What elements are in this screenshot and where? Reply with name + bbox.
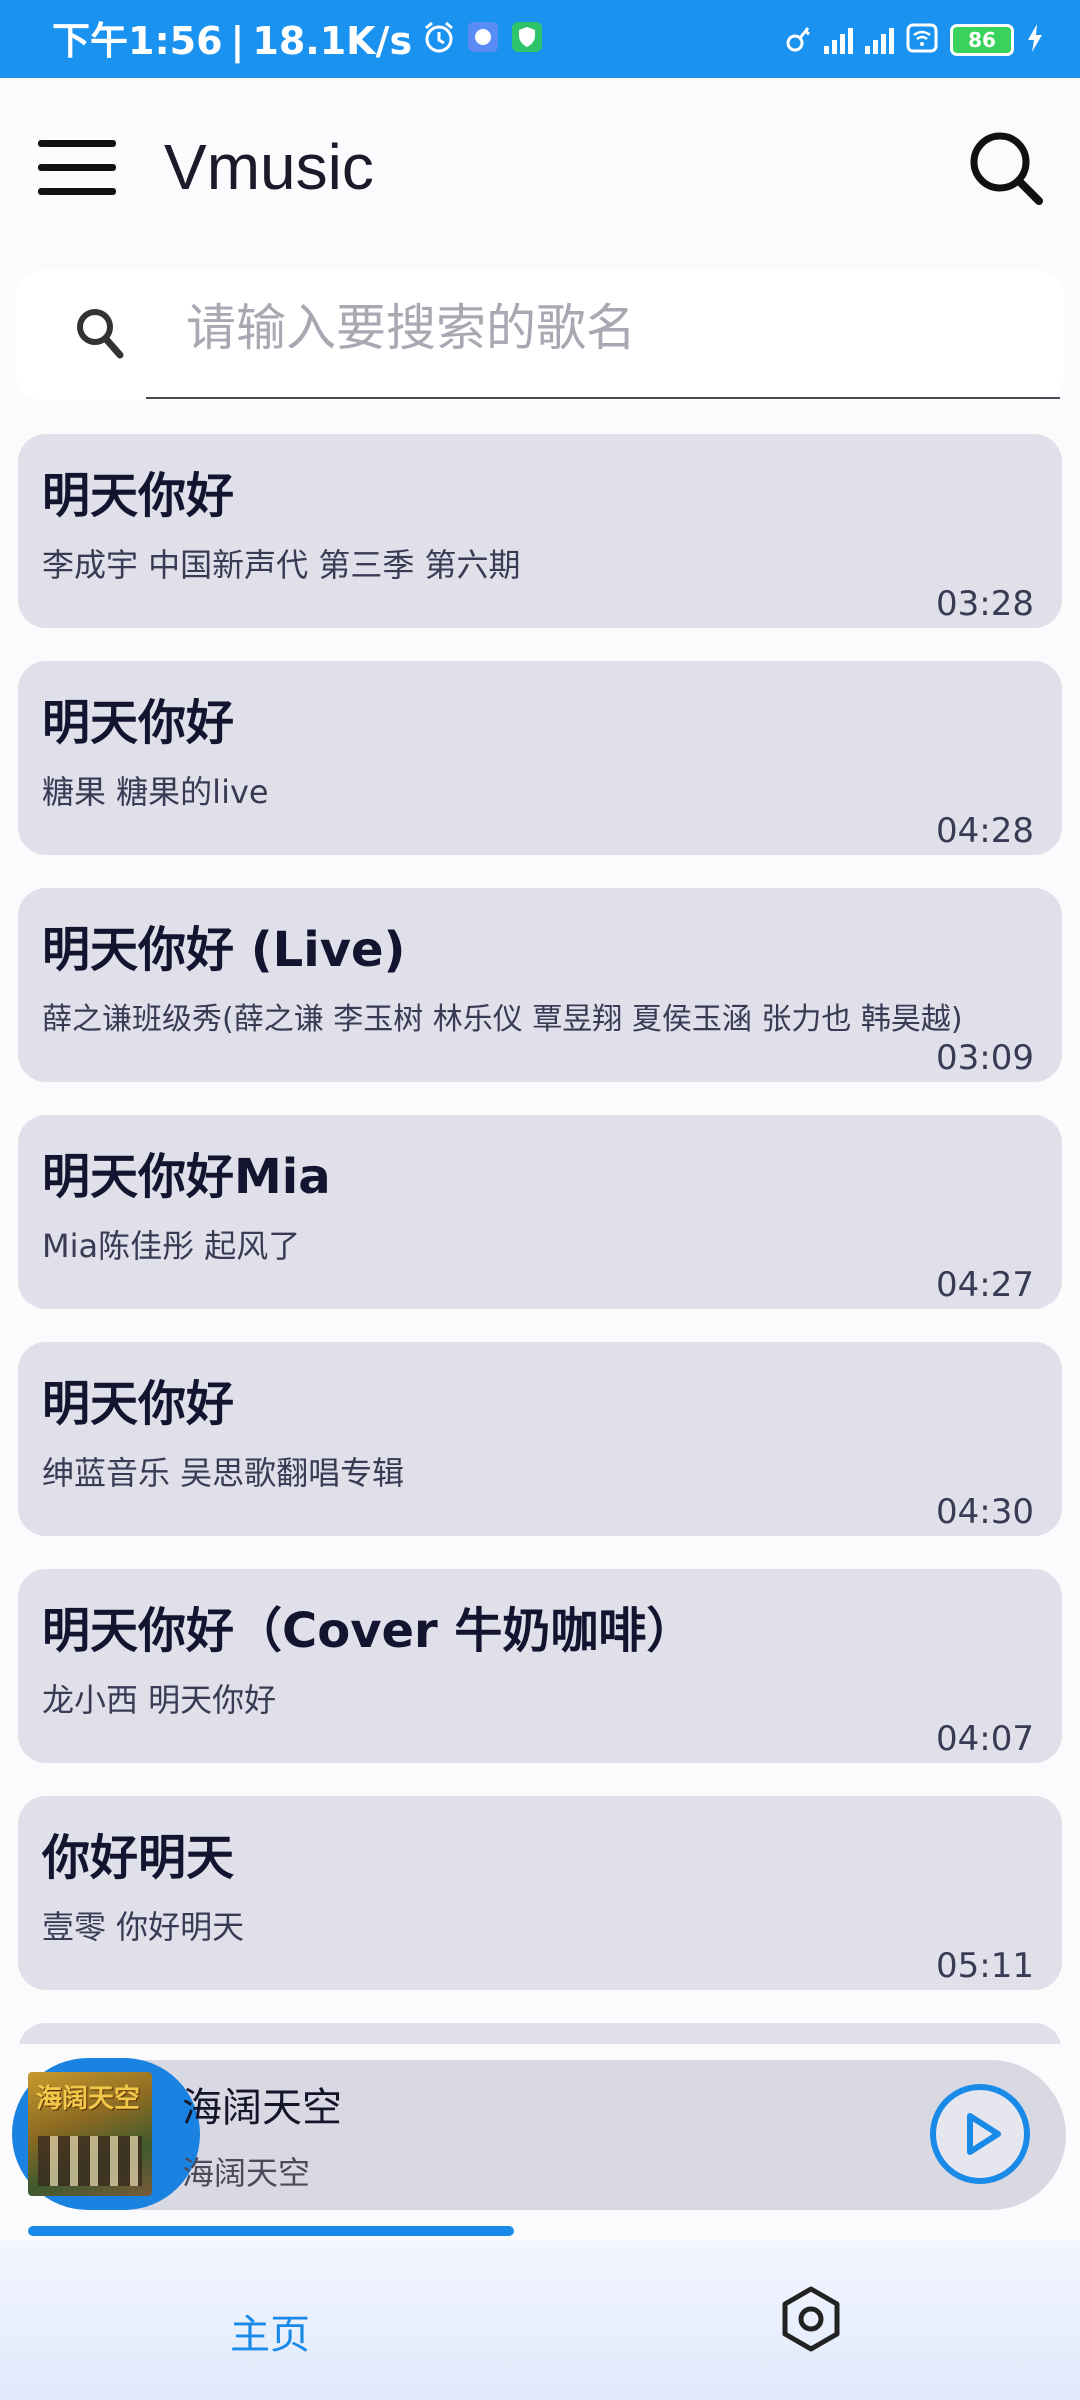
song-title: 明天你好 — [42, 1376, 235, 1432]
song-item[interactable]: 明天你好（Cover 牛奶咖啡） 龙小西 明天你好 04:07 — [18, 1569, 1062, 1763]
song-artist: 李成宇 中国新声代 第三季 第六期 — [42, 546, 521, 584]
song-title: 明天你好Mia — [42, 1149, 331, 1205]
settings-icon[interactable] — [776, 2284, 846, 2354]
search-field-icon — [74, 306, 126, 366]
search-input[interactable] — [146, 288, 1060, 368]
cover-artwork — [38, 2136, 142, 2186]
now-playing-artist: 海阔天空 — [182, 2154, 311, 2192]
song-item[interactable]: 明天你好 糖果 糖果的live 04:28 — [18, 661, 1062, 855]
song-title: 明天你好 (Live) — [42, 922, 406, 978]
cover-artwork-text: 海阔天空 — [36, 2084, 141, 2114]
app-title: Vmusic — [164, 131, 374, 203]
song-duration: 03:09 — [936, 1038, 1034, 1078]
status-right: 86 — [786, 22, 1044, 58]
play-icon[interactable] — [928, 2082, 1032, 2186]
song-title: 明天你好（Cover 牛奶咖啡） — [42, 1603, 695, 1659]
wifi-icon — [906, 23, 938, 57]
status-left: 下午1:56 | 18.1K/s — [52, 20, 544, 61]
song-duration: 03:28 — [936, 584, 1034, 624]
song-artist: 壹零 你好明天 — [42, 1908, 245, 1946]
song-title: 明天你好 — [42, 695, 235, 751]
status-bar: 下午1:56 | 18.1K/s 86 — [0, 0, 1080, 78]
search-underline — [146, 397, 1060, 399]
song-duration: 04:28 — [936, 811, 1034, 851]
bottom-nav: 主页 — [0, 2240, 1080, 2400]
search-icon[interactable] — [966, 128, 1046, 208]
song-title: 明天你好 — [42, 468, 235, 524]
song-artist: 薛之谦班级秀(薛之谦 李玉树 林乐仪 覃昱翔 夏侯玉涵 张力也 韩昊越) — [42, 1002, 963, 1037]
song-duration: 05:11 — [936, 1946, 1034, 1986]
app-bar: Vmusic — [0, 78, 1080, 258]
song-artist: 绅蓝音乐 吴思歌翻唱专辑 — [42, 1454, 405, 1492]
song-artist: 龙小西 明天你好 — [42, 1681, 277, 1719]
alarm-icon — [422, 20, 456, 61]
battery-icon: 86 — [950, 24, 1014, 56]
song-item[interactable]: 明天你好 (Live) 薛之谦班级秀(薛之谦 李玉树 林乐仪 覃昱翔 夏侯玉涵 … — [18, 888, 1062, 1082]
song-item[interactable]: 明天你好 李成宇 中国新声代 第三季 第六期 03:28 — [18, 434, 1062, 628]
now-playing-title: 海阔天空 — [182, 2085, 342, 2131]
song-item[interactable]: 明天你好 绅蓝音乐 吴思歌翻唱专辑 04:30 — [18, 1342, 1062, 1536]
playback-progress[interactable] — [28, 2226, 514, 2236]
album-cover[interactable]: 海阔天空 — [28, 2072, 152, 2196]
song-item[interactable]: 你好明天 壹零 你好明天 05:11 — [18, 1796, 1062, 1990]
app-notification-icon — [466, 20, 500, 61]
song-item[interactable]: 明天你好Mia Mia陈佳彤 起风了 04:27 — [18, 1115, 1062, 1309]
nav-home[interactable]: 主页 — [230, 2302, 310, 2360]
key-icon — [786, 23, 812, 57]
song-artist: 糖果 糖果的live — [42, 773, 269, 811]
song-title: 你好明天 — [42, 1830, 235, 1886]
menu-icon[interactable] — [38, 140, 116, 196]
song-duration: 04:07 — [936, 1719, 1034, 1759]
search-box — [16, 270, 1064, 400]
song-duration: 04:30 — [936, 1492, 1034, 1532]
song-artist: Mia陈佳彤 起风了 — [42, 1227, 301, 1265]
status-time: 下午1:56 — [52, 18, 223, 63]
signal-icon — [824, 26, 853, 54]
signal-icon-2 — [865, 26, 894, 54]
charging-icon — [1026, 23, 1044, 57]
song-list[interactable]: 明天你好 李成宇 中国新声代 第三季 第六期 03:28 明天你好 糖果 糖果的… — [18, 434, 1062, 2044]
song-duration: 04:27 — [936, 1265, 1034, 1305]
network-speed: 18.1K/s — [252, 18, 413, 63]
song-item[interactable] — [18, 2023, 1062, 2044]
shield-icon — [510, 20, 544, 61]
